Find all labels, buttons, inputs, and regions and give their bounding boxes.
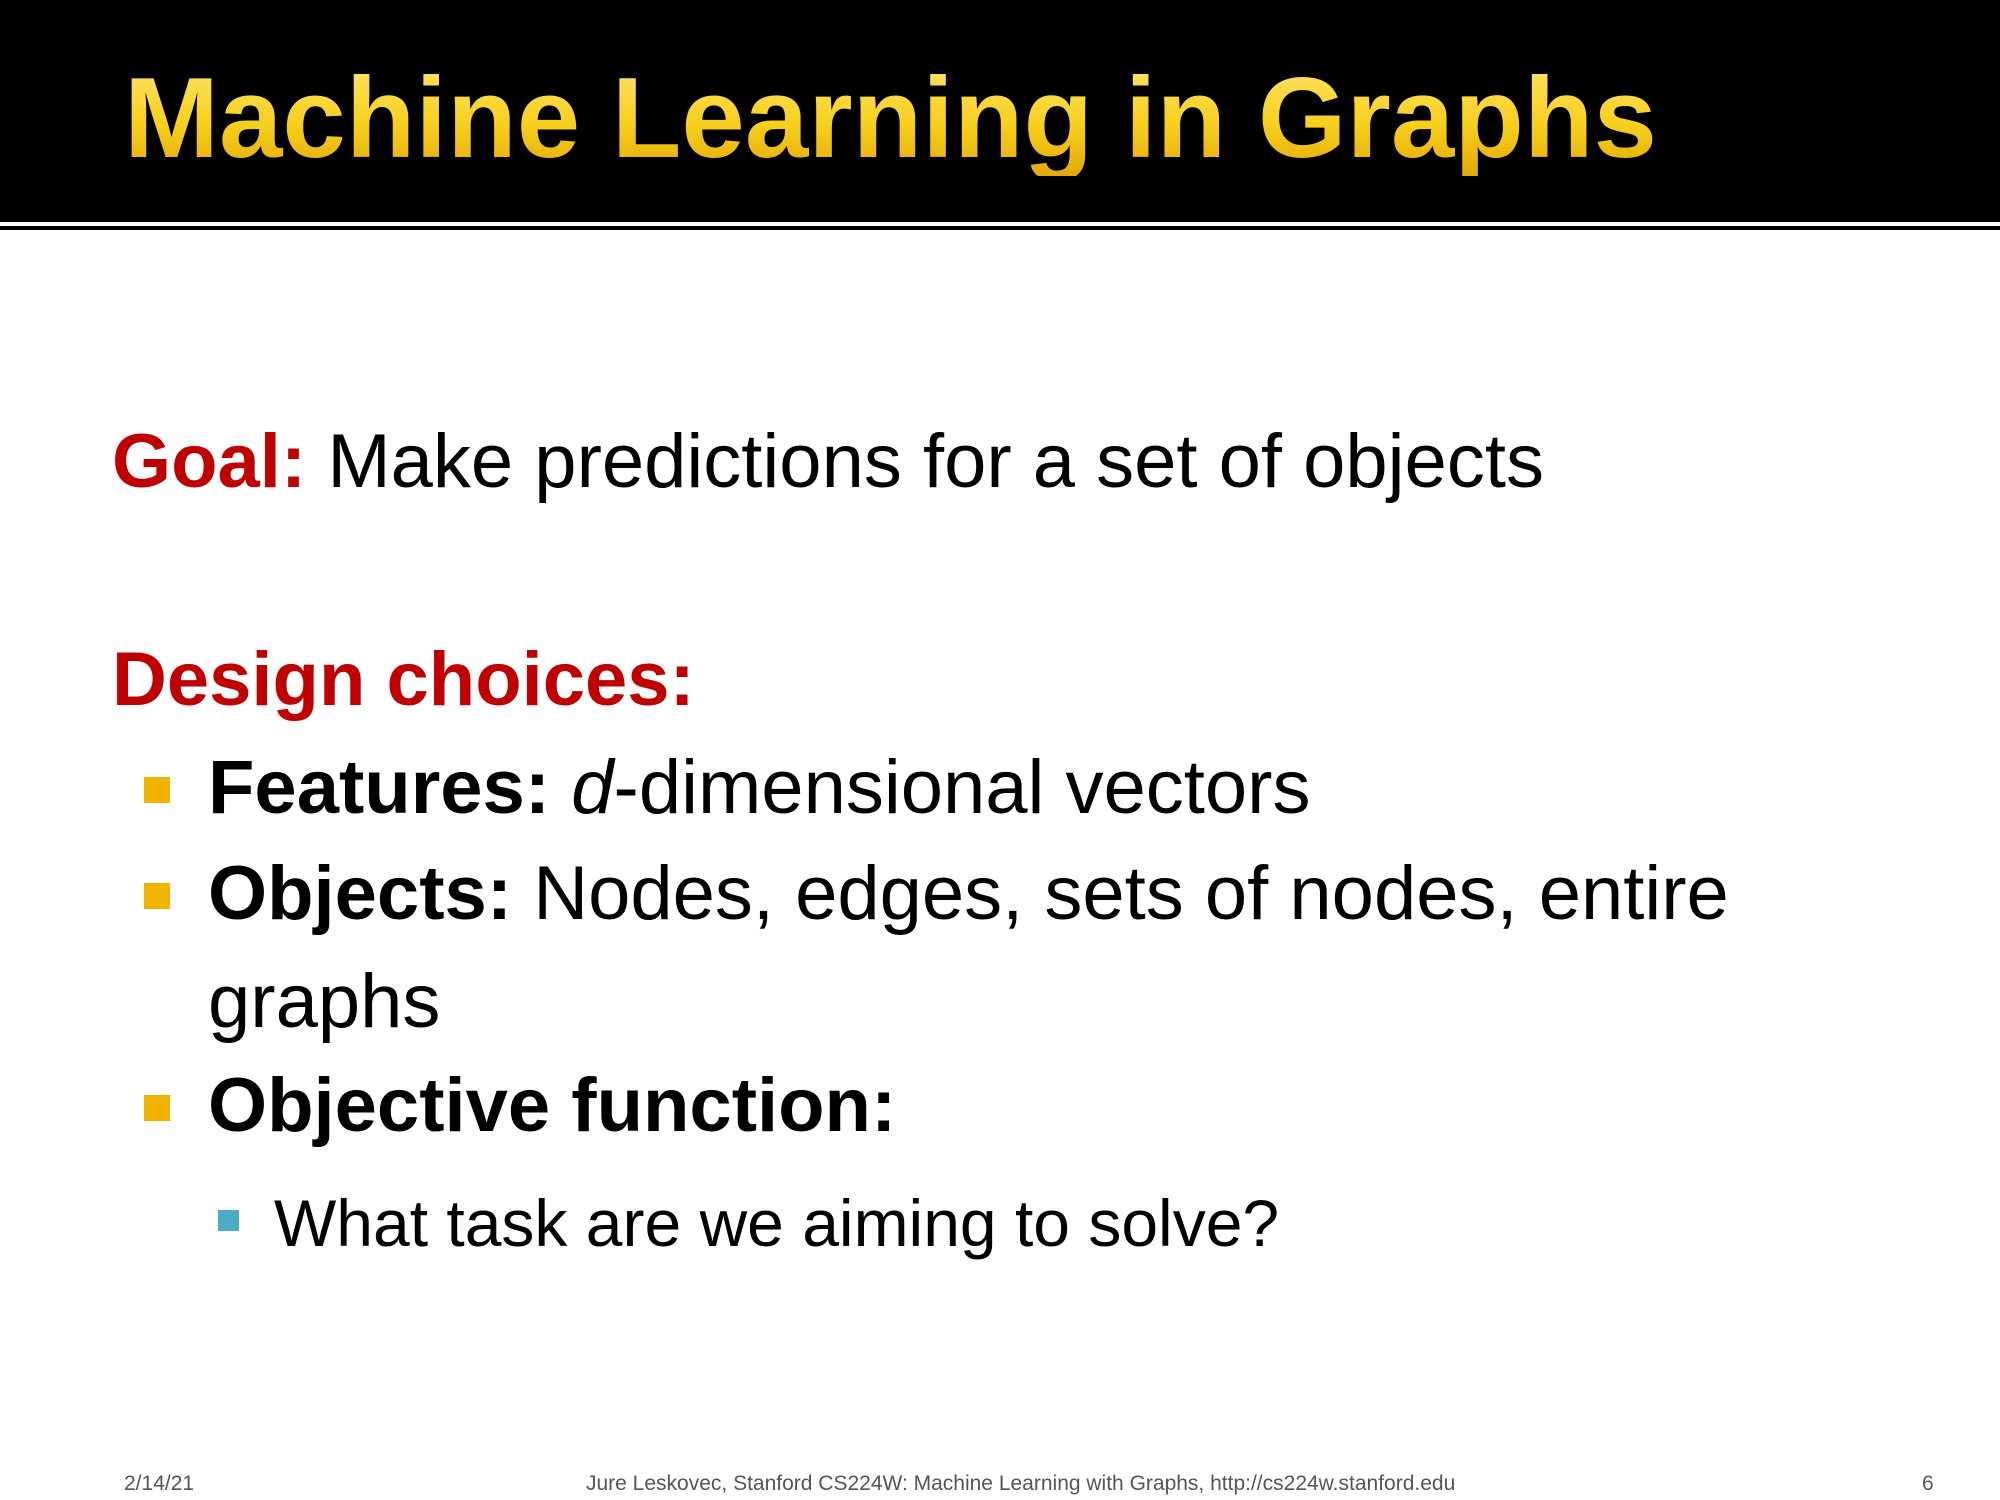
bullet-objects-continuation: graphs xyxy=(208,959,441,1044)
bullet-objective-function: Objective function: xyxy=(208,1063,897,1148)
goal-line: Goal: Make predictions for a set of obje… xyxy=(112,424,1544,500)
sub-bullet-text: What task are we aiming to solve? xyxy=(274,1186,1280,1260)
footer-date: 2/14/21 xyxy=(124,1472,195,1495)
bullet-features: Features: d-dimensional vectors xyxy=(208,750,1310,826)
slide-title: Machine Learning in Graphs xyxy=(124,55,1657,182)
bullet-features-text: -dimensional vectors xyxy=(613,745,1311,830)
bullet-objects-text: Nodes, edges, sets of nodes, entire xyxy=(512,851,1729,936)
title-divider xyxy=(0,226,2000,230)
goal-text: Make predictions for a set of objects xyxy=(306,419,1544,504)
bullet-objects: Objects: Nodes, edges, sets of nodes, en… xyxy=(208,856,1729,932)
sub-bullet-square-icon xyxy=(218,1210,239,1231)
bullet-features-italic: d xyxy=(571,745,614,830)
goal-label: Goal: xyxy=(112,419,307,504)
bullet-square-icon xyxy=(144,1095,170,1121)
bullet-features-label: Features: xyxy=(208,745,551,830)
footer-page-number: 6 xyxy=(1922,1472,1934,1495)
footer-credit: Jure Leskovec, Stanford CS224W: Machine … xyxy=(586,1472,1456,1495)
bullet-square-icon xyxy=(144,777,170,803)
bullet-objects-label: Objects: xyxy=(208,851,513,936)
bullet-square-icon xyxy=(144,883,170,909)
design-choices-heading: Design choices: xyxy=(112,637,695,722)
